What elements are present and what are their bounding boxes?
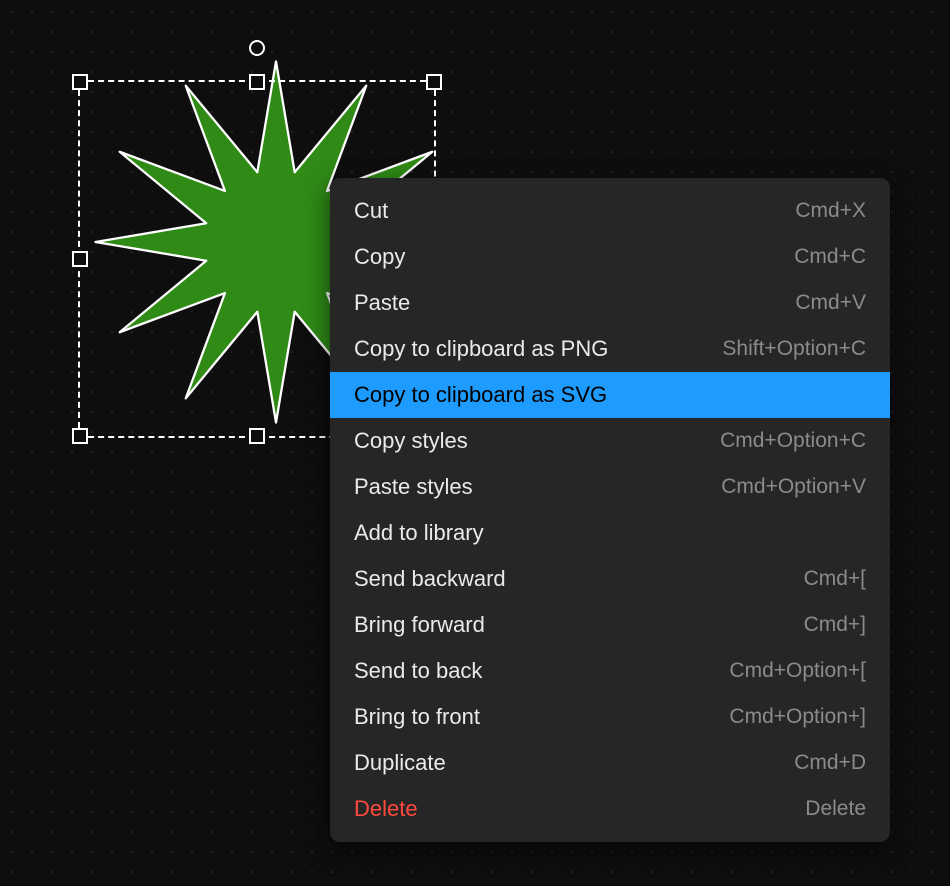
- menu-item-copy-styles[interactable]: Copy styles Cmd+Option+C: [330, 418, 890, 464]
- menu-item-label: Bring to front: [354, 704, 480, 730]
- menu-item-copy-to-clipboard-as-png[interactable]: Copy to clipboard as PNG Shift+Option+C: [330, 326, 890, 372]
- menu-item-label: Add to library: [354, 520, 484, 546]
- menu-item-label: Bring forward: [354, 612, 485, 638]
- menu-item-shortcut: Shift+Option+C: [722, 337, 866, 361]
- menu-item-shortcut: Cmd+Option+]: [729, 705, 866, 729]
- menu-item-duplicate[interactable]: Duplicate Cmd+D: [330, 740, 890, 786]
- menu-item-delete[interactable]: Delete Delete: [330, 786, 890, 832]
- menu-item-label: Paste: [354, 290, 410, 316]
- menu-item-shortcut: Cmd+Option+[: [729, 659, 866, 683]
- menu-item-label: Duplicate: [354, 750, 446, 776]
- menu-item-label: Send to back: [354, 658, 482, 684]
- menu-item-shortcut: Cmd+Option+C: [720, 429, 866, 453]
- menu-item-cut[interactable]: Cut Cmd+X: [330, 188, 890, 234]
- menu-item-shortcut: Cmd+D: [794, 751, 866, 775]
- menu-item-label: Cut: [354, 198, 388, 224]
- menu-item-label: Delete: [354, 796, 418, 822]
- menu-item-label: Copy: [354, 244, 405, 270]
- menu-item-label: Copy to clipboard as SVG: [354, 382, 607, 408]
- menu-item-send-backward[interactable]: Send backward Cmd+[: [330, 556, 890, 602]
- menu-item-add-to-library[interactable]: Add to library: [330, 510, 890, 556]
- menu-item-bring-forward[interactable]: Bring forward Cmd+]: [330, 602, 890, 648]
- menu-item-paste[interactable]: Paste Cmd+V: [330, 280, 890, 326]
- menu-item-shortcut: Cmd+[: [804, 567, 866, 591]
- menu-item-shortcut: Cmd+X: [795, 199, 866, 223]
- menu-item-label: Copy to clipboard as PNG: [354, 336, 608, 362]
- menu-item-label: Copy styles: [354, 428, 468, 454]
- menu-item-shortcut: Cmd+V: [795, 291, 866, 315]
- menu-item-shortcut: Cmd+]: [804, 613, 866, 637]
- menu-item-shortcut: Cmd+Option+V: [721, 475, 866, 499]
- menu-item-send-to-back[interactable]: Send to back Cmd+Option+[: [330, 648, 890, 694]
- menu-item-copy[interactable]: Copy Cmd+C: [330, 234, 890, 280]
- menu-item-shortcut: Cmd+C: [794, 245, 866, 269]
- menu-item-copy-to-clipboard-as-svg[interactable]: Copy to clipboard as SVG: [330, 372, 890, 418]
- menu-item-label: Paste styles: [354, 474, 473, 500]
- menu-item-bring-to-front[interactable]: Bring to front Cmd+Option+]: [330, 694, 890, 740]
- menu-item-label: Send backward: [354, 566, 506, 592]
- menu-item-paste-styles[interactable]: Paste styles Cmd+Option+V: [330, 464, 890, 510]
- menu-item-shortcut: Delete: [805, 797, 866, 821]
- context-menu: Cut Cmd+X Copy Cmd+C Paste Cmd+V Copy to clipb…: [330, 178, 890, 842]
